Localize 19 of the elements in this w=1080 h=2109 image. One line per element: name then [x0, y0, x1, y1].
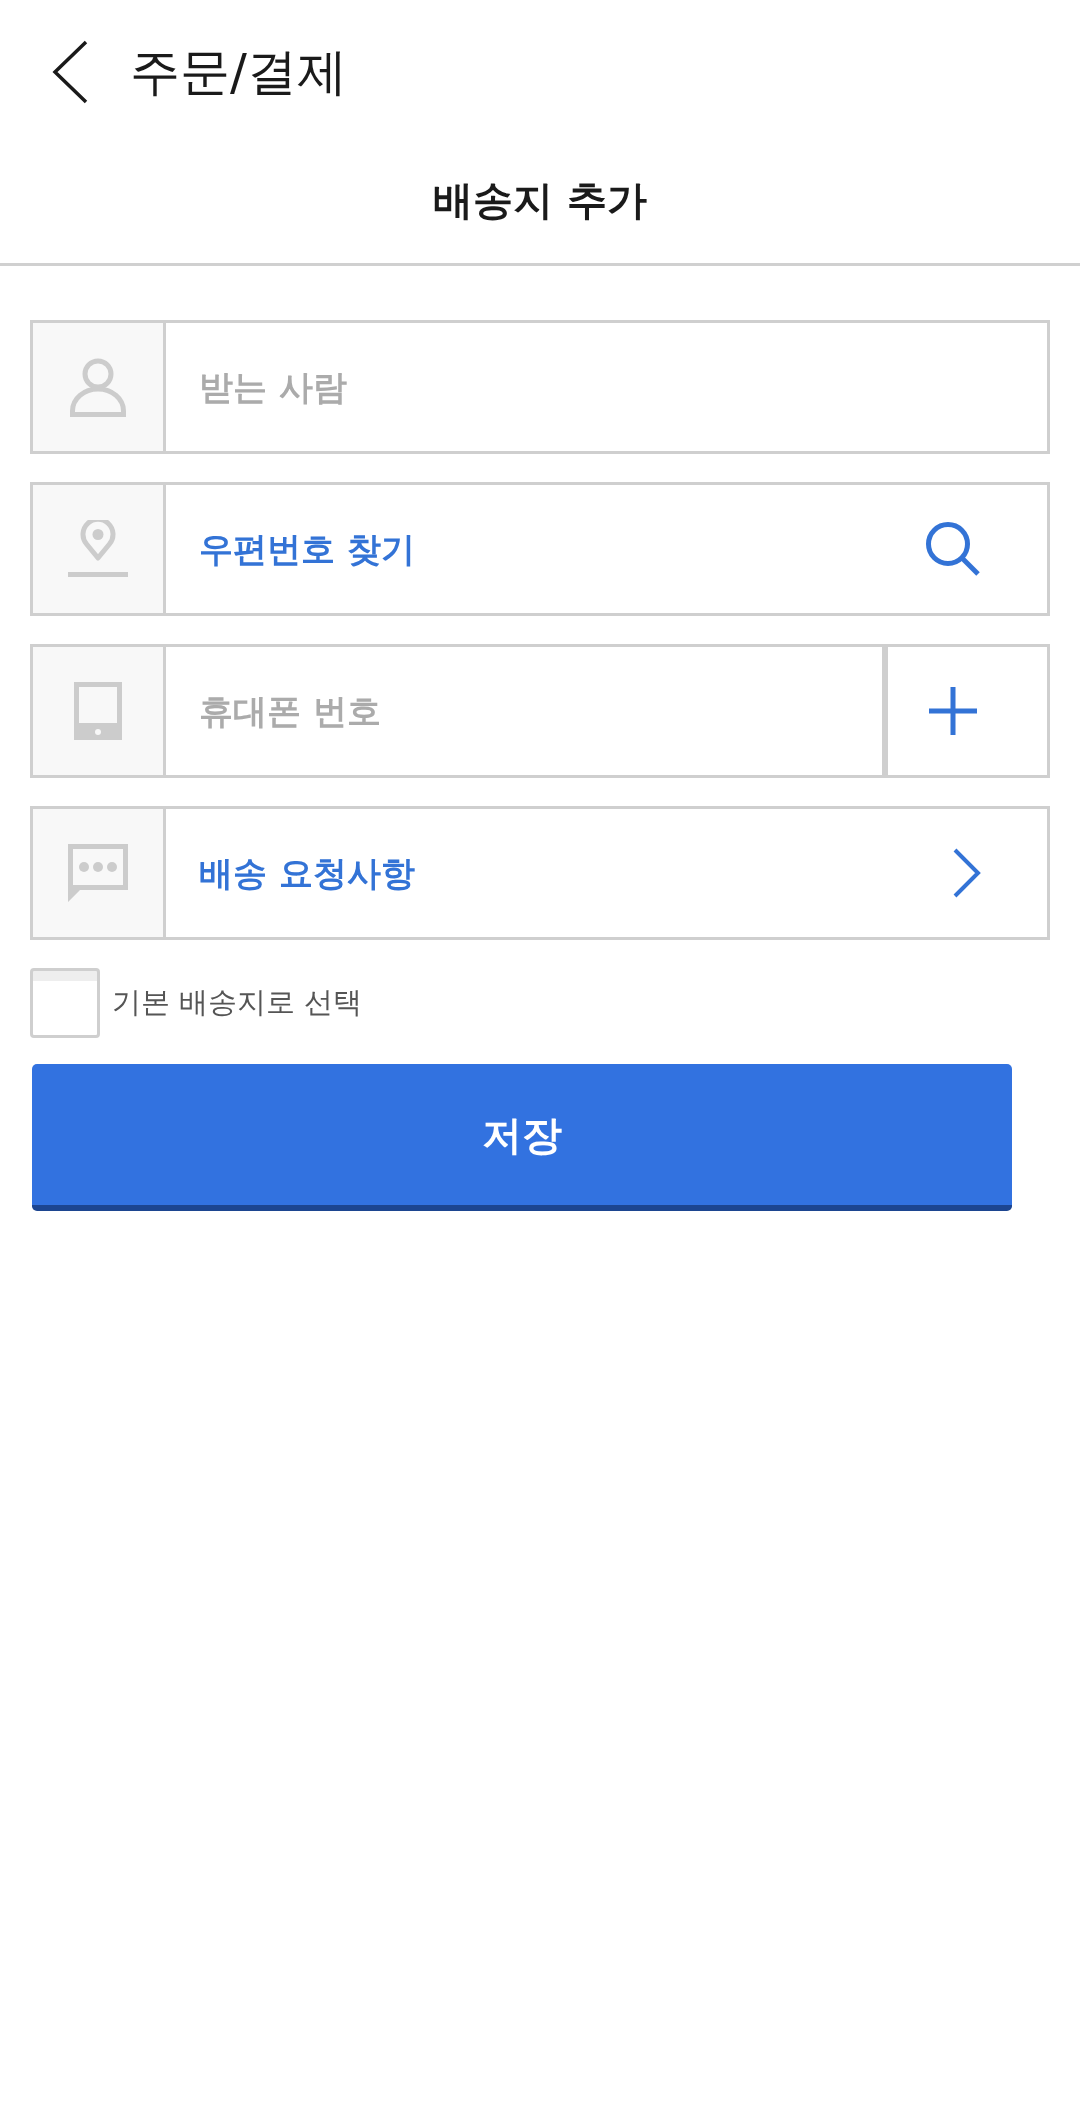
add-button[interactable] [885, 644, 1050, 778]
tablet-icon [74, 682, 122, 740]
plus-icon [928, 687, 977, 735]
person-icon [68, 357, 128, 417]
location-pin-icon [68, 520, 128, 578]
input-field[interactable]: 받는 사람 [166, 320, 1050, 454]
back-button[interactable] [50, 39, 90, 105]
delivery-request-button[interactable]: 배송 요청사항 [166, 806, 1050, 940]
phone-input-field[interactable]: 휴대폰 번호 [166, 644, 885, 778]
checkbox-label: 기본 배송지로 선택 [112, 984, 363, 1022]
speech-bubble-icon [68, 844, 128, 902]
section-title: 배송지 추가 [433, 175, 647, 224]
search-icon [925, 521, 981, 577]
save-button[interactable]: 저장 [32, 1064, 1012, 1211]
page-title: 주문/결제 [130, 42, 347, 102]
postcode-search-button[interactable]: 우편번호 찾기 [166, 482, 1050, 616]
back-icon [52, 40, 88, 104]
chevron-right-icon [953, 848, 981, 898]
checkbox[interactable] [30, 968, 100, 1038]
